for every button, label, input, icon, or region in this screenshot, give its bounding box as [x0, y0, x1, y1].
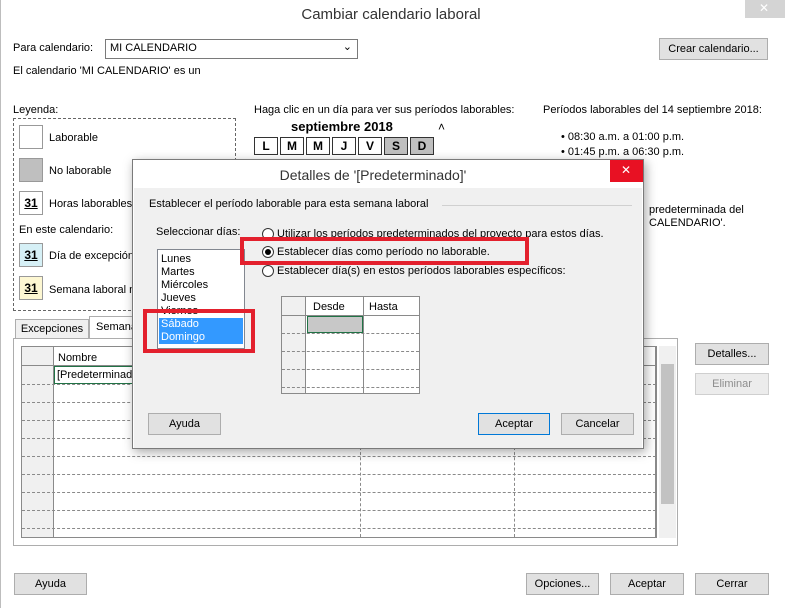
column-divider [360, 447, 361, 537]
period-2: • 01:45 p.m. a 06:30 p.m. [561, 146, 685, 158]
grid-header-hasta: Hasta [369, 301, 398, 313]
dialog-aceptar-button[interactable]: Aceptar [478, 413, 550, 435]
weekday-fri: V [358, 137, 382, 155]
grid-row-line [282, 387, 419, 388]
legend-excepcion-box: 31 [19, 243, 43, 267]
details-dialog: Detalles de '[Predeterminado]' ✕ Estable… [132, 159, 644, 449]
day-jueves[interactable]: Jueves [161, 292, 196, 304]
close-button[interactable]: ✕ [745, 0, 785, 18]
dialog-close-button[interactable]: ✕ [610, 160, 643, 182]
cerrar-button[interactable]: Cerrar [695, 573, 769, 595]
grid-selected-cell[interactable] [307, 316, 363, 333]
ayuda-button[interactable]: Ayuda [14, 573, 87, 595]
weekday-mon: L [254, 137, 278, 155]
highlight-no-laborable-option [240, 237, 529, 265]
month-title: septiembre 2018 [291, 119, 393, 134]
grid-row-line [282, 369, 419, 370]
weekday-wed: M [306, 137, 330, 155]
calendar-select-value: MI CALENDARIO [110, 42, 197, 54]
para-calendario-label: Para calendario: [13, 42, 94, 54]
legend-en-este: En este calendario: [19, 224, 114, 236]
option-periodos-especificos[interactable]: Establecer día(s) en estos períodos labo… [277, 265, 566, 277]
group-divider [442, 205, 632, 206]
opciones-button[interactable]: Opciones... [526, 573, 599, 595]
eliminar-button[interactable]: Eliminar [695, 373, 769, 395]
legend-laborable: Laborable [49, 132, 98, 144]
chevron-down-icon: ⌄ [342, 41, 352, 53]
legend-horas: Horas laborables [49, 198, 133, 210]
legend-semana: Semana laboral n [49, 284, 136, 296]
legend-excepcion: Día de excepción [49, 250, 134, 262]
chevron-up-icon[interactable]: ˄ [438, 120, 445, 134]
table-scrollbar[interactable] [659, 346, 676, 538]
window-title: Cambiar calendario laboral [301, 6, 481, 23]
dialog-cancelar-button[interactable]: Cancelar [561, 413, 634, 435]
weekday-tue: M [280, 137, 304, 155]
click-instruction: Haga clic en un día para ver sus período… [254, 104, 515, 116]
group-label: Establecer el período laborable para est… [149, 198, 429, 210]
legend-laborable-box [19, 125, 43, 149]
grid-row-header [282, 297, 306, 393]
day-lunes[interactable]: Lunes [161, 253, 191, 265]
scrollbar-thumb[interactable] [661, 364, 674, 504]
dialog-ayuda-button[interactable]: Ayuda [148, 413, 221, 435]
calendar-info-text: El calendario 'MI CALENDARIO' es un [13, 65, 201, 77]
crear-calendario-button[interactable]: Crear calendario... [659, 38, 768, 60]
aceptar-button[interactable]: Aceptar [610, 573, 684, 595]
weekday-row: L M M J V S D [254, 137, 436, 157]
column-header-nombre: Nombre [58, 352, 98, 364]
weekday-thu: J [332, 137, 356, 155]
row-header-column [22, 347, 54, 537]
grid-header-desde: Desde [313, 301, 345, 313]
legend-semana-box: 31 [19, 276, 43, 300]
weekday-sat: S [384, 137, 408, 155]
close-icon: ✕ [759, 1, 770, 15]
column-divider [514, 447, 515, 537]
legend-no-laborable-box [19, 158, 43, 182]
legend-no-laborable: No laborable [49, 165, 112, 177]
close-icon: ✕ [621, 163, 632, 177]
period-1: • 08:30 a.m. a 01:00 p.m. [561, 131, 685, 143]
periods-grid: Desde Hasta [281, 296, 420, 394]
radio-periodos-especificos[interactable] [262, 265, 274, 277]
seleccionar-dias-label: Seleccionar días: [156, 226, 241, 238]
row-line [22, 510, 656, 511]
day-martes[interactable]: Martes [161, 266, 195, 278]
legend-horas-box: 31 [19, 191, 43, 215]
dialog-title: Detalles de '[Predeterminado]' [279, 167, 467, 183]
tab-excepciones[interactable]: Excepciones [15, 319, 89, 339]
row-line [22, 492, 656, 493]
row-line [22, 456, 656, 457]
side-text-2: CALENDARIO'. [649, 217, 726, 229]
detalles-button[interactable]: Detalles... [695, 343, 769, 365]
legend-title: Leyenda: [13, 104, 59, 116]
calendar-select[interactable]: MI CALENDARIO ⌄ [105, 39, 358, 59]
weekday-sun: D [410, 137, 434, 155]
highlight-selected-days [143, 309, 255, 353]
grid-row-line [282, 333, 419, 334]
table-row-label: [Predeterminado] [57, 369, 142, 381]
day-miercoles[interactable]: Miércoles [161, 279, 208, 291]
row-line [22, 474, 656, 475]
side-text-1: predeterminada del [649, 204, 744, 216]
grid-col-divider [363, 297, 364, 393]
grid-row-line [282, 351, 419, 352]
column-divider [655, 347, 656, 537]
periods-title: Períodos laborables del 14 septiembre 20… [543, 104, 762, 116]
row-line [22, 528, 656, 529]
